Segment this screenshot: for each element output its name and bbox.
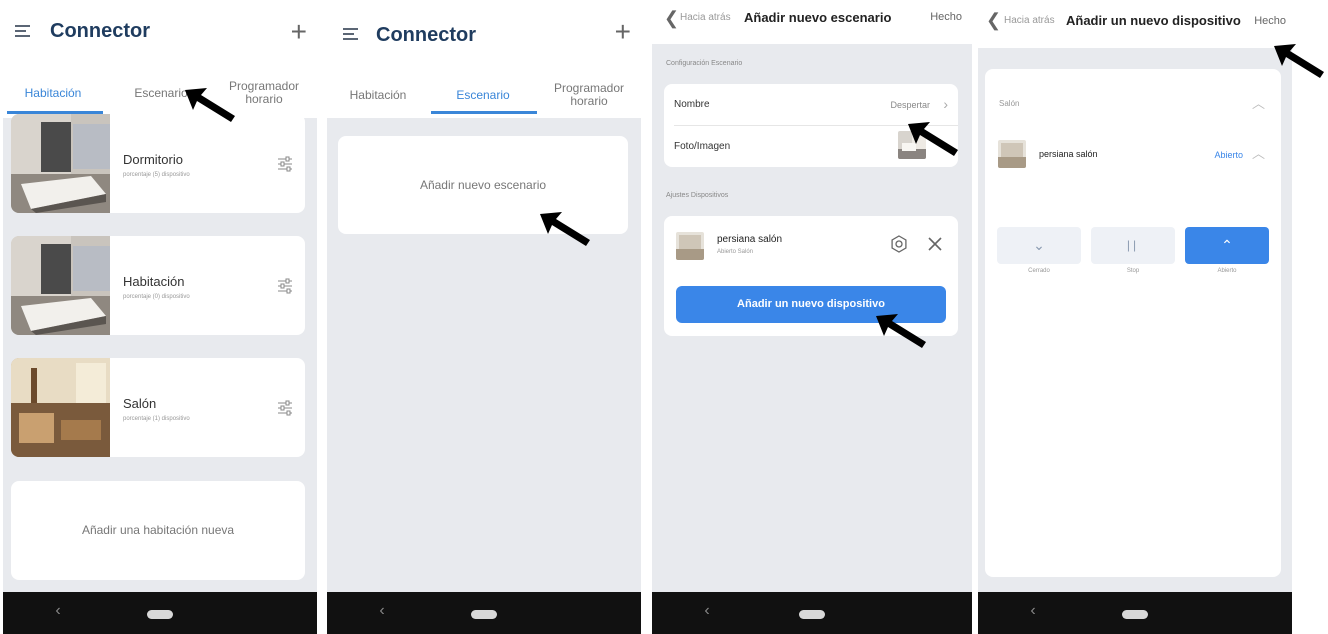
page-title: Añadir un nuevo dispositivo	[1066, 13, 1241, 28]
settings-sliders-icon[interactable]	[277, 278, 293, 294]
section-label-devices: Ajustes Dispositivos	[666, 192, 729, 199]
tab-habitacion[interactable]: Habitación	[333, 89, 423, 125]
add-room-button[interactable]: Añadir una habitación nueva	[11, 481, 305, 580]
device-state: Abierto	[1214, 150, 1243, 160]
annotation-arrow-icon	[1274, 44, 1324, 78]
device-thumbnail	[676, 232, 704, 260]
system-back-icon[interactable]: ‹	[652, 602, 762, 620]
section-label-config: Configuración Escenario	[666, 60, 743, 67]
app-title: Connector	[376, 24, 476, 46]
system-home-icon[interactable]	[471, 610, 497, 619]
room-card-salon[interactable]: Salón porcentaje (1) dispositivo	[11, 358, 305, 457]
settings-sliders-icon[interactable]	[277, 156, 293, 172]
screen-rooms: Connector + Habitación Escenario Program…	[3, 0, 317, 634]
system-back-icon[interactable]: ‹	[3, 602, 113, 620]
back-chevron-icon[interactable]: ❮	[664, 8, 679, 29]
room-name: Habitación	[123, 274, 185, 289]
photo-label: Foto/Imagen	[674, 141, 731, 152]
done-button[interactable]: Hecho	[1254, 15, 1286, 27]
app-header: Connector + Habitación Escenario Program…	[327, 0, 641, 118]
name-label: Nombre	[674, 99, 710, 110]
stop-blind-button[interactable]: ||	[1091, 227, 1175, 264]
room-name: Dormitorio	[123, 152, 183, 167]
system-navbar: ‹	[978, 592, 1292, 634]
control-label: Stop	[1126, 268, 1140, 274]
done-button[interactable]: Hecho	[930, 11, 962, 23]
room-subtitle: porcentaje (1) dispositivo	[123, 416, 190, 422]
chevron-up-icon[interactable]: ︿	[1252, 143, 1265, 162]
room-card-dormitorio[interactable]: Dormitorio porcentaje (5) dispositivo	[11, 114, 305, 213]
close-icon[interactable]	[928, 237, 942, 251]
room-name: Salón	[123, 396, 157, 411]
room-subtitle: porcentaje (0) dispositivo	[123, 294, 190, 300]
name-value[interactable]: Despertar	[890, 100, 930, 110]
top-bar: ❮ Hacia atrás Añadir nuevo escenario Hec…	[652, 0, 972, 44]
close-blind-button[interactable]: ⌄	[997, 227, 1081, 264]
gear-icon[interactable]	[890, 235, 908, 253]
settings-sliders-icon[interactable]	[277, 400, 293, 416]
room-photo	[11, 114, 110, 213]
page-title: Añadir nuevo escenario	[744, 10, 892, 25]
annotation-arrow-icon	[185, 88, 235, 122]
tab-programador[interactable]: Programador horario	[547, 82, 631, 118]
room-photo	[11, 358, 110, 457]
device-name: persiana salón	[1039, 149, 1098, 159]
menu-icon[interactable]	[15, 25, 32, 39]
tab-bar: Habitación Escenario Programador horario	[327, 78, 641, 114]
annotation-arrow-icon	[908, 122, 958, 156]
add-icon[interactable]: +	[615, 16, 631, 48]
add-icon[interactable]: +	[291, 16, 307, 48]
system-navbar: ‹	[652, 592, 972, 634]
tab-escenario[interactable]: Escenario	[431, 89, 535, 125]
app-header: Connector + Habitación Escenario Program…	[3, 0, 317, 118]
menu-icon[interactable]	[343, 28, 360, 42]
tab-bar: Habitación Escenario Programador horario	[3, 78, 317, 114]
room-photo	[11, 236, 110, 335]
device-subtitle: Abierto Salón	[717, 249, 754, 255]
open-blind-button[interactable]: ⌃	[1185, 227, 1269, 264]
system-back-icon[interactable]: ‹	[978, 602, 1088, 620]
system-back-icon[interactable]: ‹	[327, 602, 437, 620]
system-home-icon[interactable]	[1122, 610, 1148, 619]
screen-add-scenario: ❮ Hacia atrás Añadir nuevo escenario Hec…	[652, 0, 972, 634]
system-home-icon[interactable]	[147, 610, 173, 619]
room-label: Salón	[999, 99, 1020, 108]
top-bar: ❮ Hacia atrás Añadir un nuevo dispositiv…	[978, 0, 1292, 48]
control-label: Cerrado	[1028, 268, 1050, 274]
screen-add-device: ❮ Hacia atrás Añadir un nuevo dispositiv…	[978, 0, 1292, 634]
screen-scenarios: Connector + Habitación Escenario Program…	[327, 0, 641, 634]
annotation-arrow-icon	[876, 314, 926, 348]
device-name: persiana salón	[717, 234, 783, 245]
control-label: Abierto	[1217, 268, 1237, 274]
app-title: Connector	[50, 20, 150, 42]
back-link[interactable]: Hacia atrás	[1004, 15, 1055, 26]
back-chevron-icon[interactable]: ❮	[986, 10, 1001, 31]
system-home-icon[interactable]	[799, 610, 825, 619]
device-thumbnail	[998, 140, 1026, 168]
annotation-arrow-icon	[540, 212, 590, 246]
device-config-card: Salón ︿ persiana salón Abierto ︿	[985, 69, 1281, 577]
active-tab-indicator	[431, 111, 537, 114]
system-navbar: ‹	[3, 592, 317, 634]
room-subtitle: porcentaje (5) dispositivo	[123, 172, 190, 178]
room-card-habitacion[interactable]: Habitación porcentaje (0) dispositivo	[11, 236, 305, 335]
back-link[interactable]: Hacia atrás	[680, 12, 731, 23]
chevron-up-icon[interactable]: ︿	[1252, 93, 1265, 112]
chevron-right-icon[interactable]: ›	[943, 96, 948, 112]
system-navbar: ‹	[327, 592, 641, 634]
